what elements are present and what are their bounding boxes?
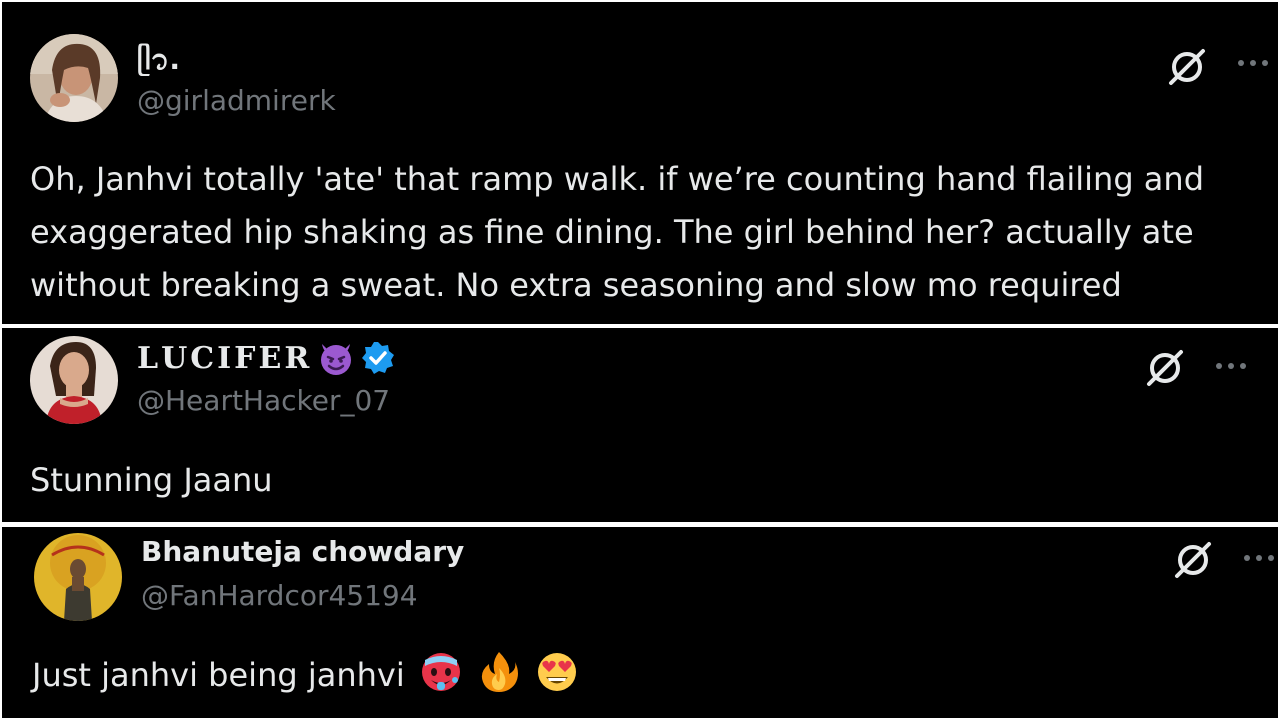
grok-icon[interactable] xyxy=(1165,45,1209,89)
user-handle[interactable]: @girladmirerk xyxy=(137,84,336,117)
avatar[interactable] xyxy=(30,34,118,122)
tweet-card[interactable]: 𝐋𝐔𝐂𝐈𝐅𝐄𝐑 @HeartHacker_07 Stunning Jaanu xyxy=(2,328,1278,522)
display-name-text[interactable]: 𝐋𝐔𝐂𝐈𝐅𝐄𝐑 xyxy=(137,341,312,376)
avatar[interactable] xyxy=(30,336,118,424)
grok-icon[interactable] xyxy=(1143,346,1187,390)
more-options-icon[interactable] xyxy=(1214,360,1248,372)
display-name[interactable]: 𝐋𝐔𝐂𝐈𝐅𝐄𝐑 xyxy=(137,340,396,376)
tweet-text: Stunning Jaanu xyxy=(30,461,273,499)
grok-icon[interactable] xyxy=(1171,538,1215,582)
tweet-text-content: Just janhvi being janhvi xyxy=(32,656,405,694)
display-name[interactable]: ᥫ᭡. xyxy=(137,40,180,90)
user-handle[interactable]: @FanHardcor45194 xyxy=(141,579,418,612)
heart-eyes-emoji xyxy=(535,650,579,694)
hot-face-emoji xyxy=(419,650,463,694)
more-options-icon[interactable] xyxy=(1236,57,1270,69)
tweet-text: Oh, Janhvi totally 'ate' that ramp walk.… xyxy=(30,160,1204,304)
fire-emoji xyxy=(477,650,521,694)
tweet-card[interactable]: Bhanuteja chowdary @FanHardcor45194 Just… xyxy=(2,527,1278,718)
verified-badge-icon[interactable] xyxy=(360,340,396,376)
smiling-devil-emoji xyxy=(318,340,354,376)
tweet-text: Just janhvi being janhvi xyxy=(32,649,1232,702)
more-options-icon[interactable] xyxy=(1242,552,1276,564)
avatar[interactable] xyxy=(34,533,122,621)
display-name[interactable]: Bhanuteja chowdary xyxy=(141,535,464,568)
user-handle[interactable]: @HeartHacker_07 xyxy=(137,384,390,417)
tweet-card[interactable]: ᥫ᭡. @girladmirerk Oh, Janhvi totally 'at… xyxy=(2,2,1278,324)
